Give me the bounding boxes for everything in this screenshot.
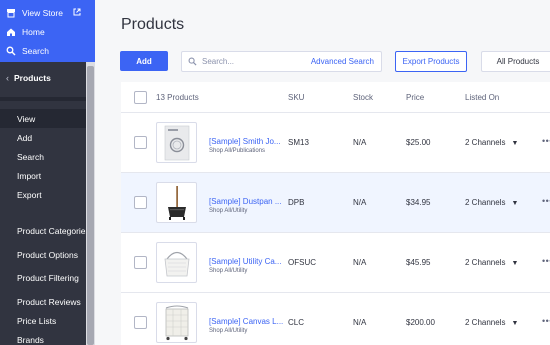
home-icon [6,27,16,37]
products-table: 13 Products SKU Stock Price Listed On [S… [121,82,550,345]
product-thumbnail[interactable] [156,302,197,343]
sidebar-item-export[interactable]: Export [0,185,95,204]
listed-on-dropdown[interactable]: 2 Channels ▼ [465,258,518,267]
product-name-link[interactable]: [Sample] Utility Ca... [209,257,281,266]
listed-on-dropdown[interactable]: 2 Channels ▼ [465,138,518,147]
sidebar-item-import[interactable]: Import [0,166,95,185]
sidebar-view-store[interactable]: View Store [0,3,95,22]
sidebar-top: View Store Home Search [0,0,95,62]
column-price[interactable]: Price [406,93,424,102]
listed-on-label: 2 Channels [465,198,506,207]
sidebar-item-product-options[interactable]: Product Options [0,245,95,264]
products-count: 13 Products [156,93,199,102]
product-stock: N/A [353,198,367,207]
search-label: Search [22,45,49,56]
sidebar-item-product-reviews[interactable]: Product Reviews [0,292,95,311]
sidebar-item-view[interactable]: View [0,109,86,128]
store-icon [6,8,16,18]
product-name-link[interactable]: [Sample] Dustpan ... [209,197,281,206]
export-products-button[interactable]: Export Products [395,51,467,72]
table-row[interactable]: [Sample] Dustpan ... Shop All/Utility DP… [121,173,550,233]
sidebar-item-product-categories[interactable]: Product Categories [0,217,95,245]
product-price: $45.95 [406,258,431,267]
add-button[interactable]: Add [120,51,168,71]
product-category: Shop All/Utility [209,208,248,214]
more-actions-icon[interactable]: ••• [542,256,550,266]
sidebar-item-product-filtering[interactable]: Product Filtering [0,264,95,292]
advanced-search-link[interactable]: Advanced Search [311,57,374,66]
product-stock: N/A [353,318,367,327]
row-checkbox[interactable] [134,136,147,149]
more-actions-icon[interactable]: ••• [542,136,550,146]
product-price: $25.00 [406,138,431,147]
page-title: Products [121,16,185,33]
more-actions-icon[interactable]: ••• [542,196,550,206]
caret-down-icon: ▼ [511,140,519,147]
product-name-link[interactable]: [Sample] Canvas L... [209,317,283,326]
search-icon [188,53,197,71]
row-checkbox[interactable] [134,316,147,329]
column-stock[interactable]: Stock [353,93,373,102]
product-thumbnail[interactable] [156,182,197,223]
sidebar-divider [0,97,86,101]
listed-on-label: 2 Channels [465,138,506,147]
listed-on-label: 2 Channels [465,318,506,327]
product-stock: N/A [353,138,367,147]
more-actions-icon[interactable]: ••• [542,316,550,326]
product-name-link[interactable]: [Sample] Smith Jo... [209,137,281,146]
sidebar-item-search[interactable]: Search [0,147,95,166]
caret-down-icon: ▼ [511,320,519,327]
sidebar-item-price-lists[interactable]: Price Lists [0,311,95,330]
view-store-label: View Store [22,7,63,18]
sidebar-scrollbar[interactable] [86,62,95,345]
search-input[interactable] [202,57,302,66]
select-all-checkbox[interactable] [134,91,147,104]
table-header: 13 Products SKU Stock Price Listed On [121,82,550,113]
search-bar[interactable]: Advanced Search [181,51,382,72]
column-listed-on[interactable]: Listed On [465,93,499,102]
table-row[interactable]: [Sample] Canvas L... Shop All/Utility CL… [121,293,550,345]
product-thumbnail[interactable] [156,242,197,283]
sidebar-back-products[interactable]: ‹ Products [0,63,95,93]
listed-on-dropdown[interactable]: 2 Channels ▼ [465,198,518,207]
caret-down-icon: ▼ [511,260,519,267]
chevron-left-icon: ‹ [6,73,9,83]
product-sku: OFSUC [288,258,316,267]
listed-on-dropdown[interactable]: 2 Channels ▼ [465,318,518,327]
search-icon [6,46,16,56]
product-sku: CLC [288,318,305,327]
row-checkbox[interactable] [134,256,147,269]
product-thumbnail[interactable] [156,122,197,163]
product-sku: DPB [288,198,305,207]
sidebar-section-title: Products [14,73,51,83]
table-row[interactable]: [Sample] Smith Jo... Shop All/Publicatio… [121,113,550,173]
product-price: $34.95 [406,198,431,207]
column-sku[interactable]: SKU [288,93,304,102]
row-checkbox[interactable] [134,196,147,209]
product-category: Shop All/Utility [209,328,248,334]
filter-select[interactable]: All Products [481,51,550,72]
sidebar-item-brands[interactable]: Brands [0,330,95,345]
sidebar-search[interactable]: Search [0,41,95,60]
sidebar: View Store Home Search ‹ Products View A… [0,0,95,345]
sidebar-item-add[interactable]: Add [0,128,95,147]
table-row[interactable]: [Sample] Utility Ca... Shop All/Utility … [121,233,550,293]
product-category: Shop All/Publications [209,148,266,154]
external-link-icon [73,8,81,18]
product-sku: SM13 [288,138,309,147]
product-category: Shop All/Utility [209,268,248,274]
home-label: Home [22,26,45,37]
product-stock: N/A [353,258,367,267]
caret-down-icon: ▼ [511,200,519,207]
product-price: $200.00 [406,318,435,327]
main-content: Products Add Advanced Search Export Prod… [95,0,550,345]
sidebar-home[interactable]: Home [0,22,95,41]
sidebar-scrollbar-thumb[interactable] [87,66,94,345]
listed-on-label: 2 Channels [465,258,506,267]
